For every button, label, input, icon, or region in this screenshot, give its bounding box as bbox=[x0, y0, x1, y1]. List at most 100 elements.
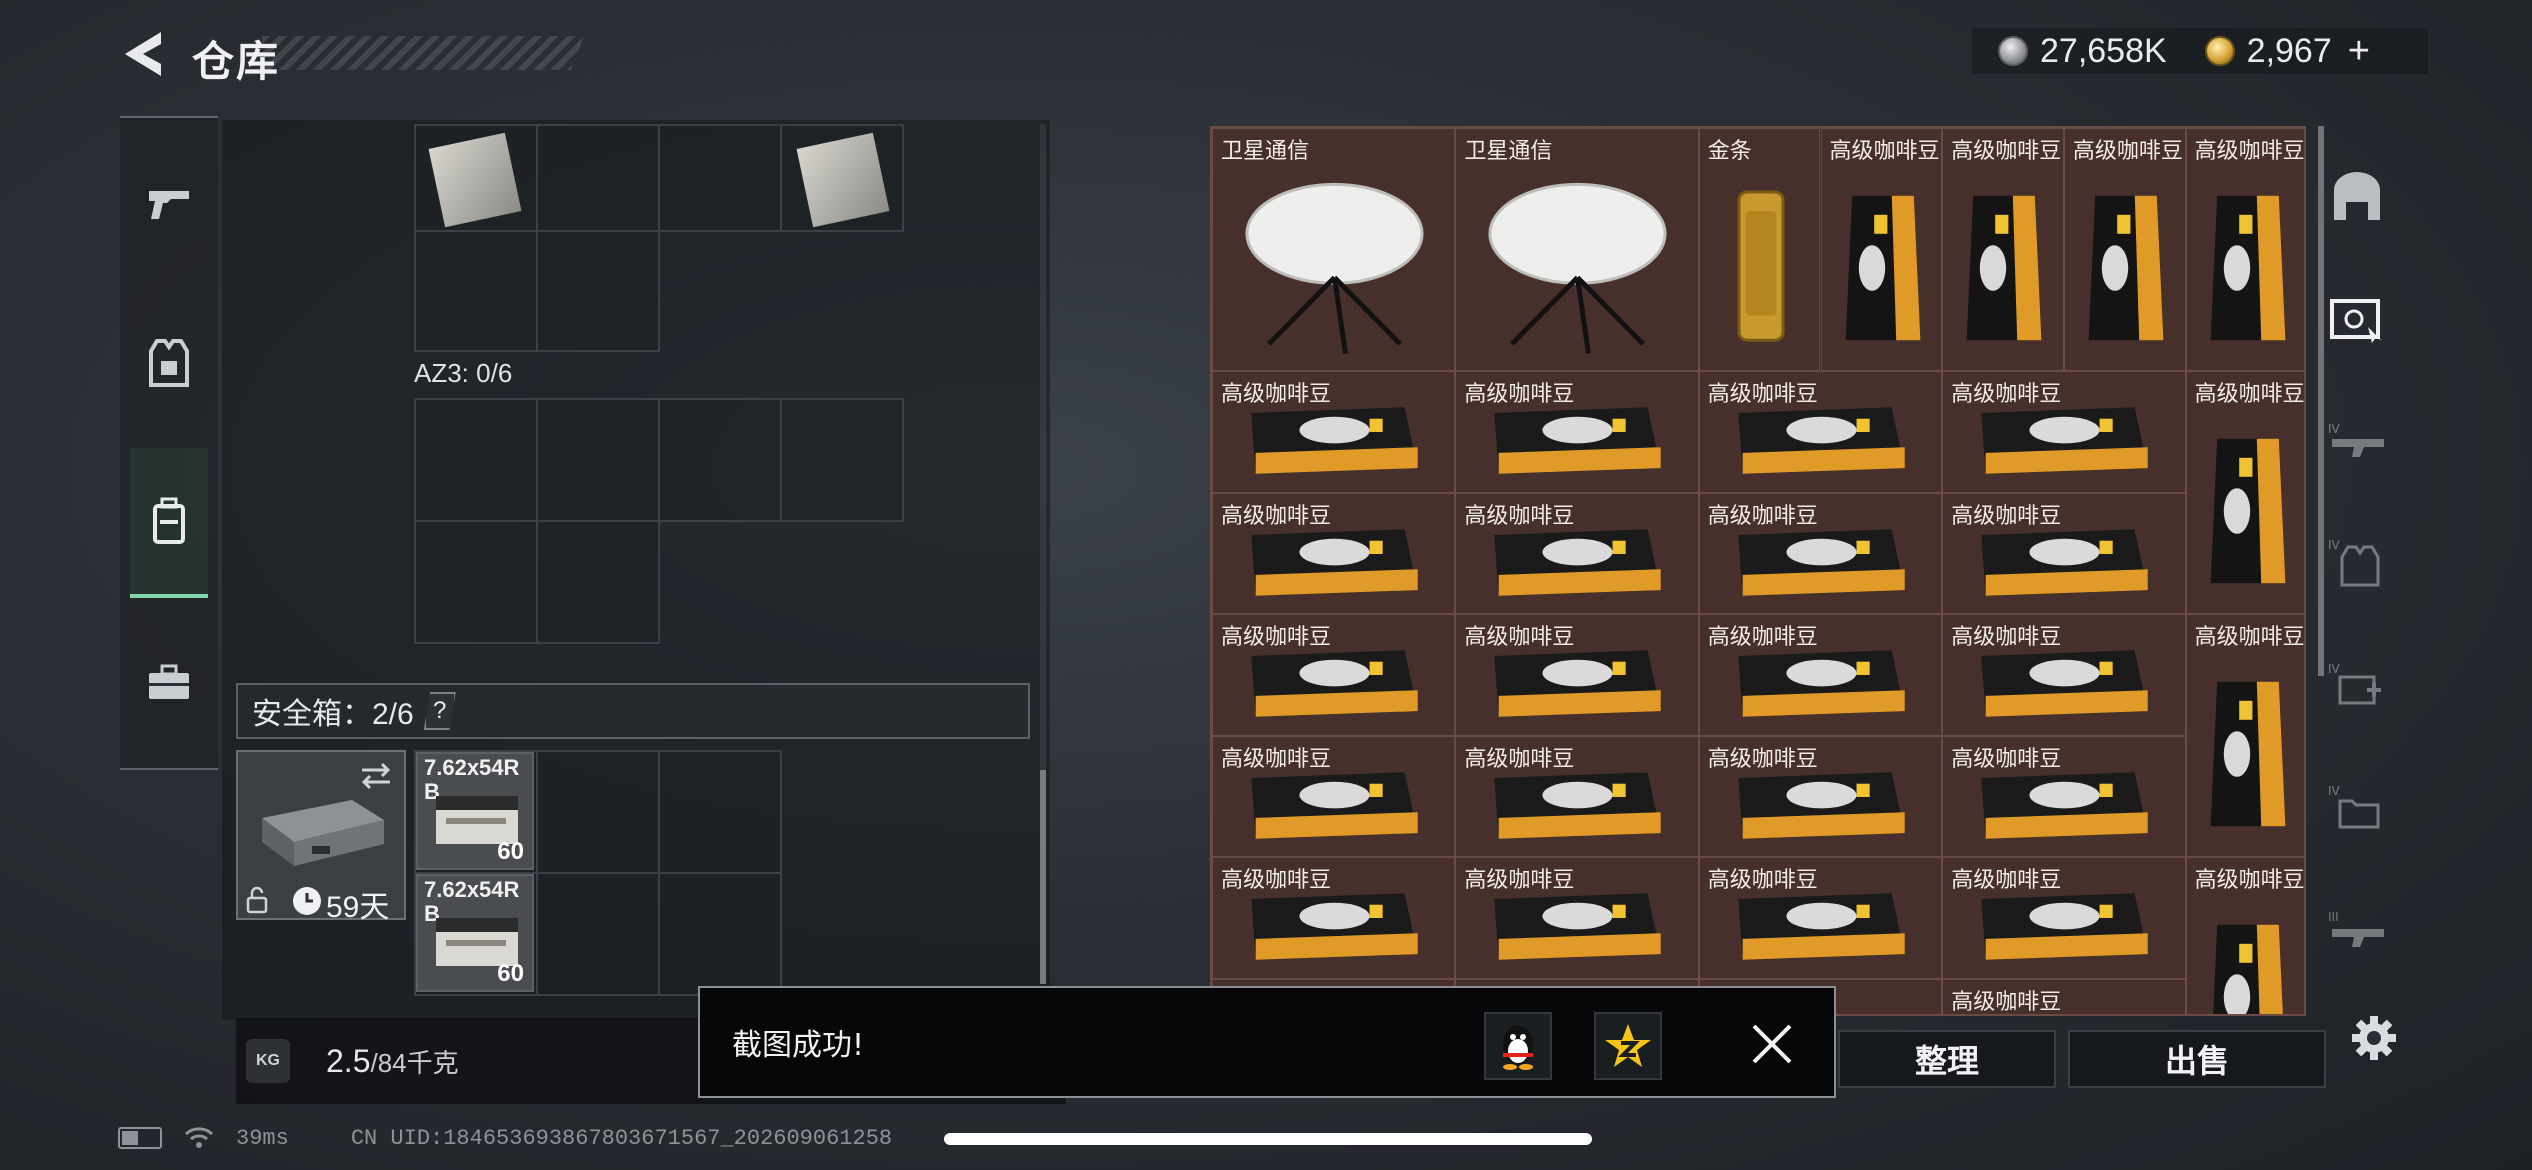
share-qq-button[interactable] bbox=[1484, 1012, 1552, 1080]
coffee-bag-icon bbox=[1738, 771, 1905, 839]
add-currency-button[interactable]: + bbox=[2348, 30, 2370, 73]
share-qzone-button[interactable] bbox=[1594, 1012, 1662, 1080]
storage-tab-level4-medical[interactable]: IV bbox=[2324, 652, 2390, 718]
coffee-bag-icon bbox=[1845, 195, 1920, 341]
ammo-count: 60 bbox=[497, 838, 524, 865]
storage-item[interactable]: 高级咖啡豆 bbox=[1212, 371, 1456, 493]
safe-slot[interactable] bbox=[658, 750, 782, 874]
storage-item[interactable]: 卫星通信 bbox=[1455, 128, 1699, 371]
storage-tab-valuables[interactable] bbox=[2324, 286, 2390, 352]
container-slot[interactable] bbox=[414, 520, 538, 644]
coffee-bag-icon bbox=[1251, 771, 1418, 839]
storage-item-name: 高级咖啡豆 bbox=[1951, 989, 2062, 1015]
storage-item[interactable]: 高级咖啡豆 bbox=[1942, 614, 2186, 736]
storage-tab-level4-armor[interactable]: IV bbox=[2324, 530, 2390, 596]
container-slot[interactable] bbox=[414, 398, 538, 522]
toast-message: 截图成功! bbox=[732, 1028, 865, 1063]
pistol-icon bbox=[149, 191, 189, 219]
safe-slot[interactable] bbox=[536, 872, 660, 996]
coffee-bag-icon bbox=[1738, 893, 1905, 960]
storage-item-name: 高级咖啡豆 bbox=[2072, 139, 2183, 164]
storage-item[interactable]: 卫星通信 bbox=[1212, 128, 1456, 371]
battery-icon bbox=[118, 1127, 162, 1149]
container-slot[interactable] bbox=[780, 398, 904, 522]
nav-armor[interactable] bbox=[130, 288, 208, 438]
storage-item[interactable]: 高级咖啡豆 bbox=[1698, 492, 1943, 614]
safe-slot[interactable] bbox=[536, 750, 660, 874]
gold-currency-value: 2,967 bbox=[2246, 31, 2332, 70]
storage-tab-all[interactable] bbox=[2324, 164, 2390, 230]
category-sidebar bbox=[120, 116, 218, 770]
nav-backpack[interactable] bbox=[130, 448, 208, 598]
storage-item[interactable]: 高级咖啡豆 bbox=[1942, 978, 2186, 1015]
coffee-bag-icon bbox=[1981, 893, 2148, 960]
storage-item[interactable]: 高级咖啡豆 bbox=[2063, 128, 2186, 371]
storage-item[interactable]: 高级咖啡豆 bbox=[2185, 128, 2304, 371]
container-slot[interactable] bbox=[414, 230, 538, 352]
help-button[interactable]: ? bbox=[423, 692, 456, 730]
storage-item[interactable]: 高级咖啡豆 bbox=[1698, 614, 1943, 736]
container-slot[interactable] bbox=[658, 124, 782, 232]
storage-item[interactable]: 高级咖啡豆 bbox=[1212, 857, 1456, 979]
ammo-item[interactable]: 7.62x54R B 60 bbox=[416, 874, 534, 992]
sort-button[interactable]: 整理 bbox=[1838, 1030, 2056, 1088]
storage-item[interactable]: 高级咖啡豆 bbox=[1455, 735, 1699, 857]
storage-item[interactable]: 高级咖啡豆 bbox=[1698, 857, 1943, 979]
storage-item[interactable]: 高级咖啡豆 bbox=[1455, 371, 1699, 493]
gold-bar-icon bbox=[1737, 190, 1785, 342]
container-slot[interactable] bbox=[780, 124, 904, 232]
storage-item[interactable]: 高级咖啡豆 bbox=[1698, 371, 1943, 493]
toast-close-button[interactable] bbox=[1744, 1016, 1800, 1072]
storage-item[interactable]: 高级咖啡豆 bbox=[1942, 857, 2186, 979]
storage-tab-level4-containers[interactable]: IV bbox=[2324, 774, 2390, 840]
clock-icon bbox=[293, 887, 321, 915]
storage-item[interactable]: 高级咖啡豆 bbox=[1455, 614, 1699, 736]
coffee-bag-icon bbox=[2210, 438, 2285, 584]
storage-item[interactable]: 高级咖啡豆 bbox=[2185, 857, 2305, 1014]
container-slot[interactable] bbox=[414, 124, 538, 232]
wifi-icon bbox=[184, 1127, 214, 1148]
back-button[interactable] bbox=[118, 26, 168, 82]
title-decoration bbox=[262, 36, 584, 70]
storage-item-name: 高级咖啡豆 bbox=[2194, 868, 2305, 893]
container-slot[interactable] bbox=[536, 520, 660, 644]
storage-tab-level3-weapons[interactable]: III bbox=[2324, 896, 2390, 962]
vest-icon bbox=[149, 339, 189, 387]
container-slot[interactable] bbox=[536, 398, 660, 522]
storage-item[interactable]: 高级咖啡豆 bbox=[1455, 857, 1699, 979]
coffee-bag-icon bbox=[1494, 650, 1662, 717]
storage-item-name: 高级咖啡豆 bbox=[2194, 382, 2305, 407]
container-slot[interactable] bbox=[536, 124, 660, 232]
storage-item[interactable]: 高级咖啡豆 bbox=[1942, 128, 2064, 371]
storage-item[interactable]: 高级咖啡豆 bbox=[1942, 371, 2186, 493]
storage-item[interactable]: 高级咖啡豆 bbox=[1820, 128, 1943, 371]
storage-item[interactable]: 高级咖啡豆 bbox=[2185, 614, 2304, 857]
storage-item[interactable]: 高级咖啡豆 bbox=[2185, 371, 2305, 614]
ammo-item[interactable]: 7.62x54R B 60 bbox=[416, 752, 534, 870]
storage-item[interactable]: 高级咖啡豆 bbox=[1942, 735, 2186, 857]
safe-slot[interactable] bbox=[658, 872, 782, 996]
container-slot[interactable] bbox=[536, 230, 660, 352]
storage-item-name: 高级咖啡豆 bbox=[1829, 139, 1940, 164]
star-icon bbox=[1605, 1024, 1651, 1067]
svg-text:III: III bbox=[2328, 910, 2339, 924]
coffee-bag-icon bbox=[2088, 195, 2164, 341]
storage-item[interactable]: 金条 bbox=[1698, 128, 1821, 371]
container-slot[interactable] bbox=[658, 398, 782, 522]
storage-item[interactable]: 高级咖啡豆 bbox=[1212, 735, 1456, 857]
storage-item[interactable]: 高级咖啡豆 bbox=[1942, 492, 2186, 614]
storage-tab-level4-weapons[interactable]: IV bbox=[2324, 408, 2390, 474]
storage-item[interactable]: 高级咖啡豆 bbox=[1698, 735, 1943, 857]
weight-icon: KG bbox=[246, 1039, 290, 1083]
gamma-case-icon bbox=[262, 800, 384, 866]
storage-item[interactable]: 高级咖啡豆 bbox=[1455, 492, 1699, 614]
storage-item[interactable]: 高级咖啡豆 bbox=[1212, 614, 1456, 736]
nav-weapons[interactable] bbox=[130, 128, 208, 278]
settings-button[interactable] bbox=[2346, 1010, 2402, 1066]
sell-button[interactable]: 出售 bbox=[2068, 1030, 2326, 1088]
home-indicator[interactable] bbox=[944, 1133, 1592, 1145]
nav-cases[interactable] bbox=[130, 608, 208, 758]
storage-item[interactable]: 高级咖啡豆 bbox=[1212, 492, 1456, 614]
safe-case-slot[interactable]: 59天 bbox=[236, 750, 406, 924]
equipment-scrollbar-thumb[interactable] bbox=[1040, 770, 1046, 984]
